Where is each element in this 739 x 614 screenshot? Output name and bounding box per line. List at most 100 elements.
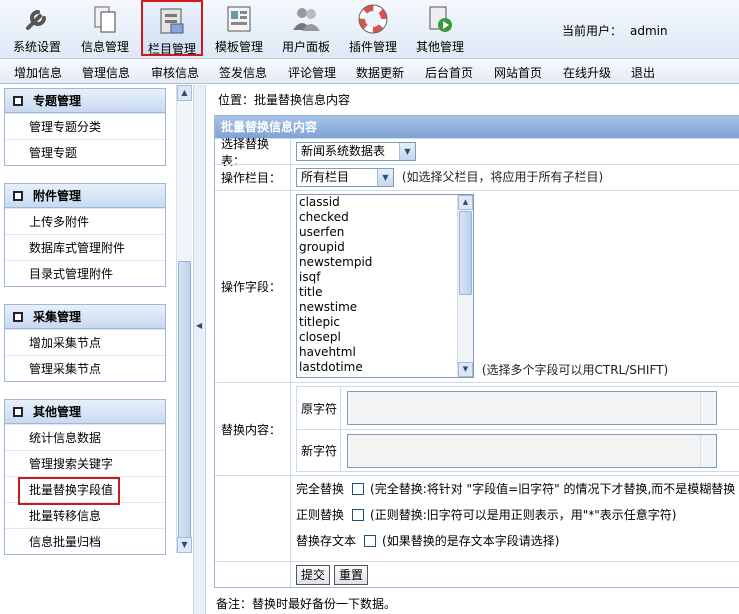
menu-admin-home[interactable]: 后台首页	[425, 64, 473, 81]
current-user-name: admin	[630, 24, 668, 38]
note-text: 备注：替换时最好备份一下数据。	[216, 597, 397, 611]
new-textarea[interactable]	[347, 434, 717, 468]
menu-logout[interactable]: 退出	[631, 64, 655, 81]
full-replace-checkbox[interactable]	[352, 483, 365, 495]
panel-header[interactable]: 附件管理	[5, 184, 165, 208]
lifebuoy-icon	[358, 4, 388, 34]
field-option[interactable]: isqf	[297, 270, 473, 285]
column-select[interactable]: 所有栏目 ▼	[296, 168, 394, 187]
menu-online-upgrade[interactable]: 在线升级	[563, 64, 611, 81]
sidebar-item[interactable]: 增加采集节点	[5, 329, 165, 355]
other-icon	[429, 6, 452, 32]
scroll-down-icon[interactable]: ▼	[458, 362, 473, 377]
tool-label: 栏目管理	[147, 42, 196, 56]
square-icon	[13, 407, 23, 417]
table-select-value: 新闻系统数据表	[301, 144, 386, 158]
row-buttons: 提交 重置	[215, 561, 739, 587]
tool-label: 其他管理	[415, 40, 464, 54]
menu-add-info[interactable]: 增加信息	[14, 64, 62, 81]
menu-manage-info[interactable]: 管理信息	[82, 64, 130, 81]
tool-plugin-management[interactable]: 插件管理	[342, 0, 404, 56]
scroll-up-icon[interactable]: ▲	[177, 85, 192, 101]
text-replace-row: 替换存文本 (如果替换的是存文本字段请选择)	[296, 531, 739, 557]
top-toolbar: 系统设置 信息管理 栏目管理 模板管理 用户面板 插件管理 其他管理 当前用户：…	[0, 0, 739, 59]
panel-title: 专题管理	[33, 94, 82, 108]
sidebar-item[interactable]: 管理搜索关键字	[5, 450, 165, 476]
panel-header[interactable]: 其他管理	[5, 400, 165, 424]
field-option[interactable]: closepl	[297, 330, 473, 345]
tool-system-settings[interactable]: 系统设置	[6, 0, 68, 56]
textarea-scrollbar[interactable]	[700, 392, 716, 424]
panel-collect-management: 采集管理 增加采集节点 管理采集节点	[4, 304, 166, 382]
wrench-icon	[26, 10, 46, 30]
sidebar-item[interactable]: 上传多附件	[5, 208, 165, 234]
field-label: 操作字段：	[215, 191, 291, 382]
field-option[interactable]: lastdotime	[297, 360, 473, 375]
breadcrumb-link[interactable]: 批量替换信息内容	[254, 93, 350, 107]
field-option[interactable]: titlepic	[297, 315, 473, 330]
listbox-scrollbar[interactable]: ▲ ▼	[457, 195, 473, 377]
field-option[interactable]: groupid	[297, 240, 473, 255]
field-option[interactable]: userfen	[297, 225, 473, 240]
menu-comment-management[interactable]: 评论管理	[288, 64, 336, 81]
sidebar-item[interactable]: 管理专题	[5, 139, 165, 165]
field-option[interactable]: havehtml	[297, 345, 473, 360]
menu-review-info[interactable]: 审核信息	[151, 64, 199, 81]
scroll-down-icon[interactable]: ▼	[177, 537, 192, 553]
tool-label: 信息管理	[80, 40, 129, 54]
tool-other-management[interactable]: 其他管理	[409, 0, 471, 56]
replace-form: 批量替换信息内容 选择替换表： 新闻系统数据表 ▼ 操作栏目： 所有栏目 ▼ (如选…	[214, 115, 739, 588]
orig-label: 原字符	[297, 387, 341, 429]
panel-header[interactable]: 专题管理	[5, 89, 165, 113]
textarea-scrollbar[interactable]	[700, 435, 716, 467]
tool-label: 系统设置	[12, 40, 61, 54]
orig-row: 原字符	[297, 387, 739, 429]
menu-site-home[interactable]: 网站首页	[494, 64, 542, 81]
menu-data-update[interactable]: 数据更新	[356, 64, 404, 81]
breadcrumb: 位置：批量替换信息内容	[218, 91, 350, 108]
tool-label: 用户面板	[281, 40, 330, 54]
row-replace: 替换内容： 原字符 新字符	[215, 382, 739, 475]
sidebar-item[interactable]: 目录式管理附件	[5, 260, 165, 286]
sidebar-item[interactable]: 批量转移信息	[5, 502, 165, 528]
field-option[interactable]: classid	[297, 195, 473, 210]
tool-info-management[interactable]: 信息管理	[74, 0, 136, 56]
sidebar-item[interactable]: 数据库式管理附件	[5, 234, 165, 260]
field-option[interactable]: checked	[297, 210, 473, 225]
tool-template-management[interactable]: 模板管理	[208, 0, 270, 56]
field-option[interactable]: newstime	[297, 300, 473, 315]
scroll-thumb[interactable]	[178, 261, 191, 547]
submit-button[interactable]: 提交	[296, 565, 331, 585]
tool-column-management[interactable]: 栏目管理	[141, 0, 203, 56]
reset-button[interactable]: 重置	[334, 565, 369, 585]
regex-replace-hint: (正则替换:旧字符可以是用正则表示，用"*"表示任意字符)	[370, 508, 677, 522]
sidebar-scrollbar[interactable]: ▲ ▼	[176, 85, 192, 553]
full-replace-hint: (完全替换:将针对 "字段值=旧字符" 的情况下才替换,而不是模糊替换	[370, 482, 736, 496]
column-hint: (如选择父栏目，将应用于所有子栏目)	[401, 170, 604, 184]
options-label-cell	[215, 476, 291, 561]
sidebar-splitter[interactable]: ◀	[193, 85, 206, 614]
users-icon	[293, 8, 320, 31]
panel-attachment-management: 附件管理 上传多附件 数据库式管理附件 目录式管理附件	[4, 183, 166, 287]
field-option[interactable]: newstempid	[297, 255, 473, 270]
collapse-arrow-icon[interactable]: ◀	[196, 321, 202, 330]
table-select[interactable]: 新闻系统数据表 ▼	[296, 142, 416, 161]
orig-textarea[interactable]	[347, 391, 717, 425]
square-icon	[13, 96, 23, 106]
highlight-box	[18, 477, 120, 505]
scroll-thumb[interactable]	[459, 211, 472, 295]
tool-user-panel[interactable]: 用户面板	[275, 0, 337, 56]
sidebar-item[interactable]: 信息批量归档	[5, 528, 165, 554]
table-label: 选择替换表：	[215, 137, 291, 168]
panel-header[interactable]: 采集管理	[5, 305, 165, 329]
sidebar-item[interactable]: 管理采集节点	[5, 355, 165, 381]
scroll-up-icon[interactable]: ▲	[458, 195, 473, 210]
text-replace-checkbox[interactable]	[364, 535, 377, 547]
row-options: 完全替换 (完全替换:将针对 "字段值=旧字符" 的情况下才替换,而不是模糊替换 …	[215, 475, 739, 561]
field-listbox[interactable]: classid checked userfen groupid newstemp…	[296, 194, 474, 378]
field-option[interactable]: title	[297, 285, 473, 300]
sidebar-item[interactable]: 统计信息数据	[5, 424, 165, 450]
regex-replace-checkbox[interactable]	[352, 509, 365, 521]
menu-issue-info[interactable]: 签发信息	[219, 64, 267, 81]
sidebar-item[interactable]: 管理专题分类	[5, 113, 165, 139]
